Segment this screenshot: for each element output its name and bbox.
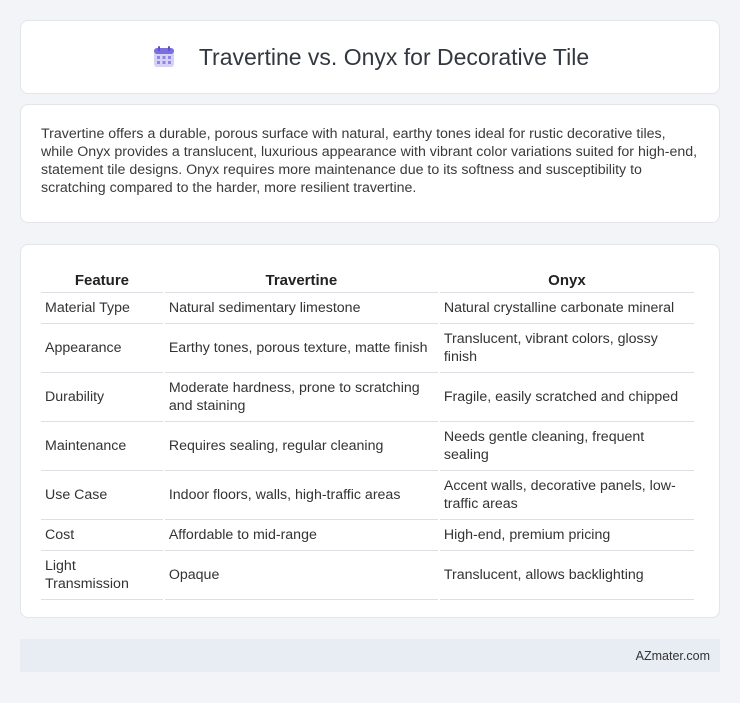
onyx-cell: High-end, premium pricing xyxy=(439,520,694,551)
onyx-cell: Fragile, easily scratched and chipped xyxy=(439,373,694,422)
travertine-cell: Opaque xyxy=(164,551,438,600)
table-row: Light Transmission Opaque Translucent, a… xyxy=(41,551,694,600)
footer: AZmater.com xyxy=(20,639,720,672)
feature-cell: Durability xyxy=(41,373,163,422)
table-row: Material Type Natural sedimentary limest… xyxy=(41,293,694,324)
calendar-icon xyxy=(151,44,177,70)
onyx-cell: Natural crystalline carbonate mineral xyxy=(439,293,694,324)
table-row: Appearance Earthy tones, porous texture,… xyxy=(41,324,694,373)
page-title: Travertine vs. Onyx for Decorative Tile xyxy=(198,43,590,70)
feature-cell: Maintenance xyxy=(41,422,163,471)
travertine-cell: Requires sealing, regular cleaning xyxy=(164,422,438,471)
footer-site-name: AZmater.com xyxy=(635,648,710,663)
header-travertine: Travertine xyxy=(164,263,438,293)
onyx-cell: Translucent, vibrant colors, glossy fini… xyxy=(439,324,694,373)
table-row: Use Case Indoor floors, walls, high-traf… xyxy=(41,471,694,520)
travertine-cell: Natural sedimentary limestone xyxy=(164,293,438,324)
travertine-cell: Indoor floors, walls, high-traffic areas xyxy=(164,471,438,520)
feature-cell: Material Type xyxy=(41,293,163,324)
onyx-cell: Accent walls, decorative panels, low-tra… xyxy=(439,471,694,520)
table-row: Cost Affordable to mid-range High-end, p… xyxy=(41,520,694,551)
intro-card: Travertine offers a durable, porous surf… xyxy=(20,104,720,223)
table-header-row: Feature Travertine Onyx xyxy=(41,263,694,293)
header-onyx: Onyx xyxy=(439,263,694,293)
page: Travertine vs. Onyx for Decorative Tile … xyxy=(0,0,740,703)
feature-cell: Use Case xyxy=(41,471,163,520)
header-feature: Feature xyxy=(41,263,163,293)
title-card: Travertine vs. Onyx for Decorative Tile xyxy=(20,20,720,94)
table-row: Durability Moderate hardness, prone to s… xyxy=(41,373,694,422)
travertine-cell: Affordable to mid-range xyxy=(164,520,438,551)
onyx-cell: Translucent, allows backlighting xyxy=(439,551,694,600)
onyx-cell: Needs gentle cleaning, frequent sealing xyxy=(439,422,694,471)
feature-cell: Light Transmission xyxy=(41,551,163,600)
travertine-cell: Moderate hardness, prone to scratching a… xyxy=(164,373,438,422)
comparison-card: Feature Travertine Onyx Material Type Na… xyxy=(20,244,720,618)
travertine-cell: Earthy tones, porous texture, matte fini… xyxy=(164,324,438,373)
table-row: Maintenance Requires sealing, regular cl… xyxy=(41,422,694,471)
feature-cell: Appearance xyxy=(41,324,163,373)
intro-paragraph: Travertine offers a durable, porous surf… xyxy=(41,126,698,196)
comparison-table: Feature Travertine Onyx Material Type Na… xyxy=(39,263,696,600)
feature-cell: Cost xyxy=(41,520,163,551)
